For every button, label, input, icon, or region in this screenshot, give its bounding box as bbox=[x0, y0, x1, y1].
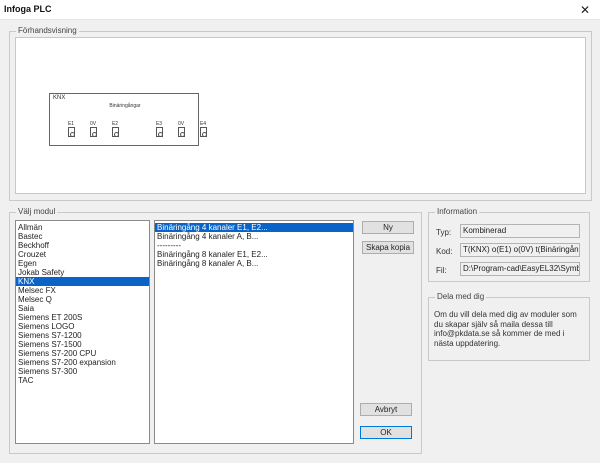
code-field: T(KNX) o(E1) o(0V) t(Binäringång bbox=[460, 243, 580, 257]
pin-terminal bbox=[112, 127, 119, 137]
pin-terminal bbox=[200, 127, 207, 137]
preview-label: Förhandsvisning bbox=[16, 26, 79, 36]
list-item-selected[interactable]: KNX bbox=[16, 277, 149, 286]
pin-terminal bbox=[68, 127, 75, 137]
list-item[interactable]: Melsec FX bbox=[16, 286, 149, 295]
file-label: Fil: bbox=[436, 266, 447, 275]
share-text: Om du vill dela med dig av moduler som d… bbox=[434, 310, 577, 348]
list-item[interactable]: Bastec bbox=[16, 232, 149, 241]
list-item[interactable]: Siemens S7-300 bbox=[16, 367, 149, 376]
ok-button[interactable]: OK bbox=[360, 426, 412, 439]
list-item[interactable]: Beckhoff bbox=[16, 241, 149, 250]
list-item[interactable]: Melsec Q bbox=[16, 295, 149, 304]
new-button[interactable]: Ny bbox=[362, 221, 414, 234]
list-item[interactable]: TAC bbox=[16, 376, 149, 385]
close-icon[interactable]: ✕ bbox=[570, 0, 600, 20]
list-item[interactable]: Binäringång 8 kanaler E1, E2... bbox=[155, 250, 353, 259]
list-item[interactable]: Siemens S7-200 expansion bbox=[16, 358, 149, 367]
list-item[interactable]: Binäringång 8 kanaler A, B... bbox=[155, 259, 353, 268]
title-bar: Infoga PLC ✕ bbox=[0, 0, 600, 20]
list-item[interactable]: Siemens S7-1200 bbox=[16, 331, 149, 340]
pin-terminal bbox=[90, 127, 97, 137]
module-list[interactable]: Allmän Bastec Beckhoff Crouzet Egen Joka… bbox=[15, 220, 150, 444]
list-item-selected[interactable]: Binäringång 4 kanaler E1, E2... bbox=[155, 223, 353, 232]
list-item[interactable]: Egen bbox=[16, 259, 149, 268]
preview-canvas: KNX Binäringångar E1 0V E2 E3 0V E4 bbox=[15, 37, 586, 194]
list-item[interactable]: Jokab Safety bbox=[16, 268, 149, 277]
file-field: D:\Program-cad\EasyEL32\Symbo bbox=[460, 262, 580, 276]
information-label: Information bbox=[435, 207, 480, 217]
type-field: Kombinerad bbox=[460, 224, 580, 238]
copy-button[interactable]: Skapa kopia bbox=[362, 241, 414, 254]
type-label: Typ: bbox=[436, 228, 452, 237]
module-preview: KNX Binäringångar E1 0V E2 E3 0V E4 bbox=[49, 93, 207, 146]
window-title: Infoga PLC bbox=[4, 4, 52, 14]
module-select-label: Välj modul bbox=[16, 207, 58, 217]
pin-terminal bbox=[178, 127, 185, 137]
list-item[interactable]: Allmän bbox=[16, 223, 149, 232]
pin-terminal bbox=[156, 127, 163, 137]
list-item[interactable]: Siemens LOGO bbox=[16, 322, 149, 331]
cancel-button[interactable]: Avbryt bbox=[360, 403, 412, 416]
list-item[interactable]: Siemens ET 200S bbox=[16, 313, 149, 322]
module-name: KNX bbox=[53, 95, 66, 101]
list-item[interactable]: Siemens S7-200 CPU bbox=[16, 349, 149, 358]
list-item[interactable]: Binäringång 4 kanaler A, B... bbox=[155, 232, 353, 241]
code-label: Kod: bbox=[436, 247, 453, 256]
list-item[interactable]: --------- bbox=[155, 241, 353, 250]
variant-list[interactable]: Binäringång 4 kanaler E1, E2... Binäring… bbox=[154, 220, 354, 444]
list-item[interactable]: Saia bbox=[16, 304, 149, 313]
module-description: Binäringångar bbox=[109, 103, 141, 109]
list-item[interactable]: Crouzet bbox=[16, 250, 149, 259]
list-item[interactable]: Siemens S7-1500 bbox=[16, 340, 149, 349]
share-label: Dela med dig bbox=[435, 292, 487, 302]
